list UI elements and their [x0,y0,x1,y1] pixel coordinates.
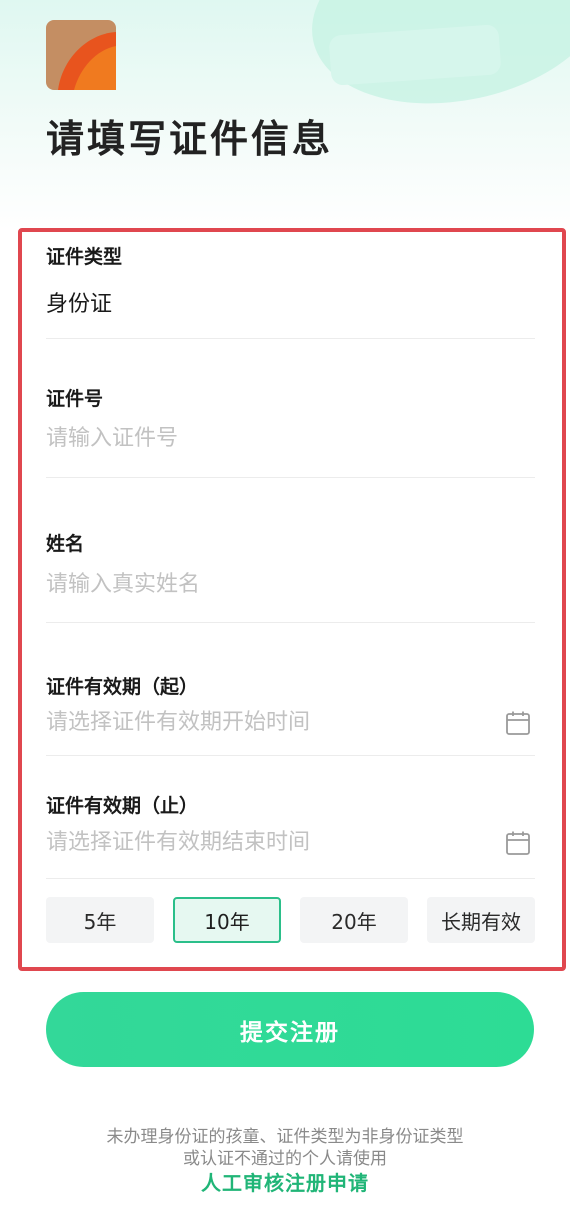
id-info-form [18,228,566,971]
name-input[interactable] [46,572,496,597]
id-type-select[interactable]: 身份证 [46,286,112,318]
id-type-label: 证件类型 [46,246,123,268]
manual-review-link[interactable]: 人工审核注册申请 [0,1167,570,1196]
duration-20-years-button[interactable]: 20年 [300,897,408,943]
id-number-input[interactable] [46,426,496,451]
name-label: 姓名 [46,533,85,555]
divider [46,878,535,879]
page-title: 请填写证件信息 [46,117,334,161]
calendar-icon[interactable] [505,710,531,736]
divider [46,477,535,478]
valid-to-input[interactable] [46,830,496,855]
duration-long-term-button[interactable]: 长期有效 [427,897,535,943]
footer-note-line2: 或认证不通过的个人请使用 [183,1149,387,1169]
id-number-label: 证件号 [46,388,104,410]
divider [46,755,535,756]
valid-from-label: 证件有效期（起） [46,676,199,698]
divider [46,622,535,623]
valid-to-label: 证件有效期（止） [46,795,199,817]
divider [46,338,535,339]
app-logo-icon [46,20,116,90]
calendar-icon[interactable] [505,830,531,856]
duration-5-years-button[interactable]: 5年 [46,897,154,943]
submit-register-button[interactable]: 提交注册 [46,992,534,1067]
duration-10-years-button[interactable]: 10年 [173,897,281,943]
valid-from-input[interactable] [46,710,496,735]
